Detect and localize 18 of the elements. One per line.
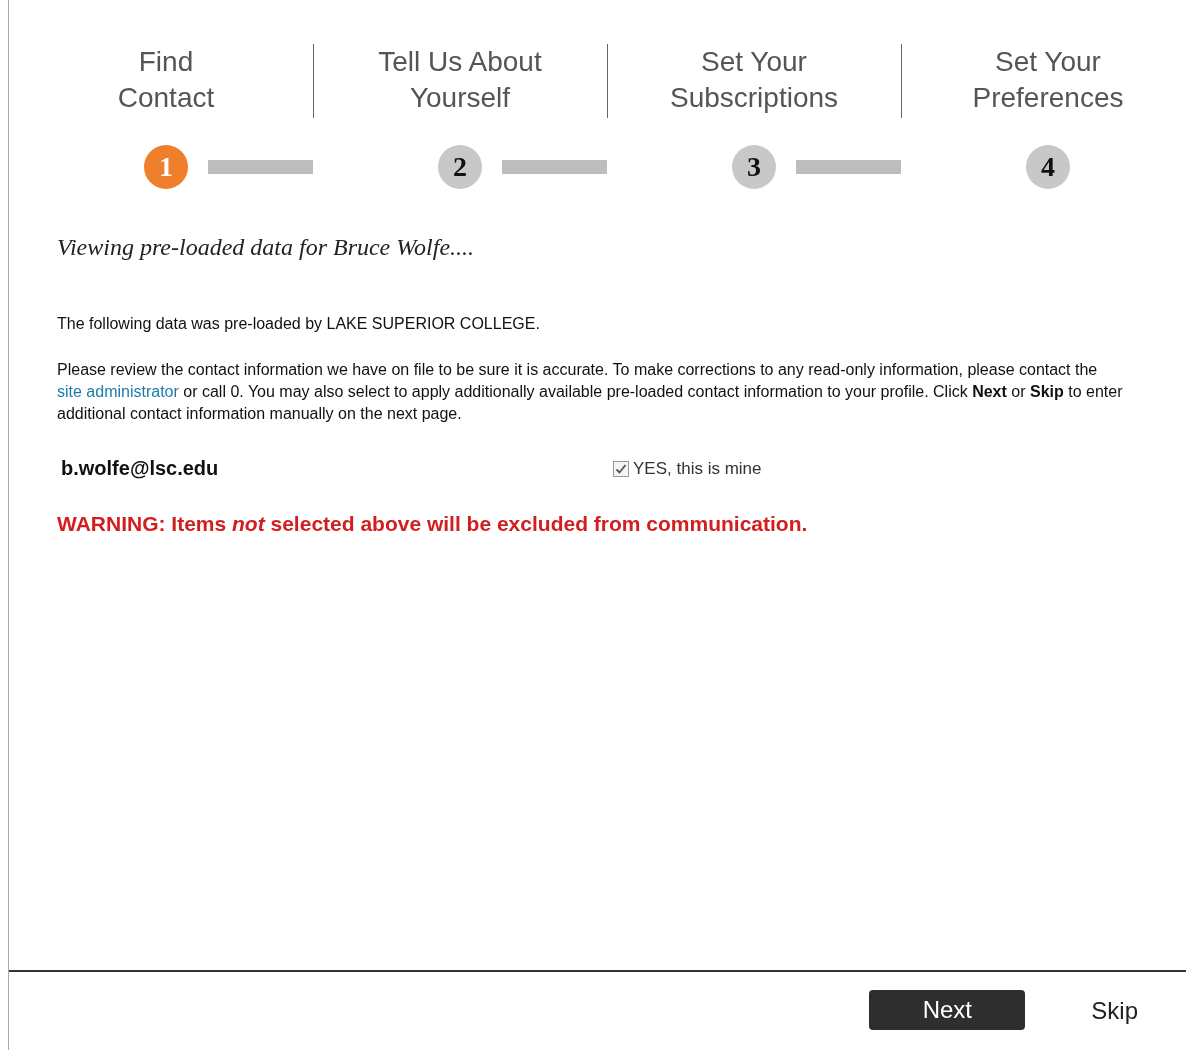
step-label: Tell Us About Yourself xyxy=(378,45,542,115)
confirm-label: YES, this is mine xyxy=(633,458,762,479)
page-heading: Viewing pre-loaded data for Bruce Wolfe.... xyxy=(57,234,476,261)
step-number: 3 xyxy=(732,145,776,189)
skip-button[interactable]: Skip xyxy=(1091,997,1138,1025)
confirm-checkbox[interactable] xyxy=(613,460,629,477)
site-administrator-link[interactable]: site administrator xyxy=(57,383,179,400)
intro-text: The following data was pre-loaded by LAKE SUPERIOR COLLEGE. xyxy=(57,314,541,334)
warning-text: WARNING: Items not selected above will be excluded from communication. xyxy=(57,512,809,536)
contact-email: b.wolfe@lsc.edu xyxy=(60,457,220,480)
next-button[interactable]: Next xyxy=(869,990,1026,1030)
step-label: Set Your Subscriptions xyxy=(669,45,839,115)
step-number: 2 xyxy=(438,145,482,189)
step-label: Find Contact xyxy=(117,45,215,115)
instructions-text: Please review the contact information we have on file to be sure it is accurate. To make corrections to any read-only information, please contact the site administrator or call 0. You may also select to apply additionally available pre-loaded contact information to your profile. Click Next or Skip to enter additional contact information manually on the next page. xyxy=(57,360,1124,424)
step-number: 4 xyxy=(1026,145,1070,189)
step-label: Set Your Preferences xyxy=(972,45,1124,115)
step-number: 1 xyxy=(144,145,188,189)
